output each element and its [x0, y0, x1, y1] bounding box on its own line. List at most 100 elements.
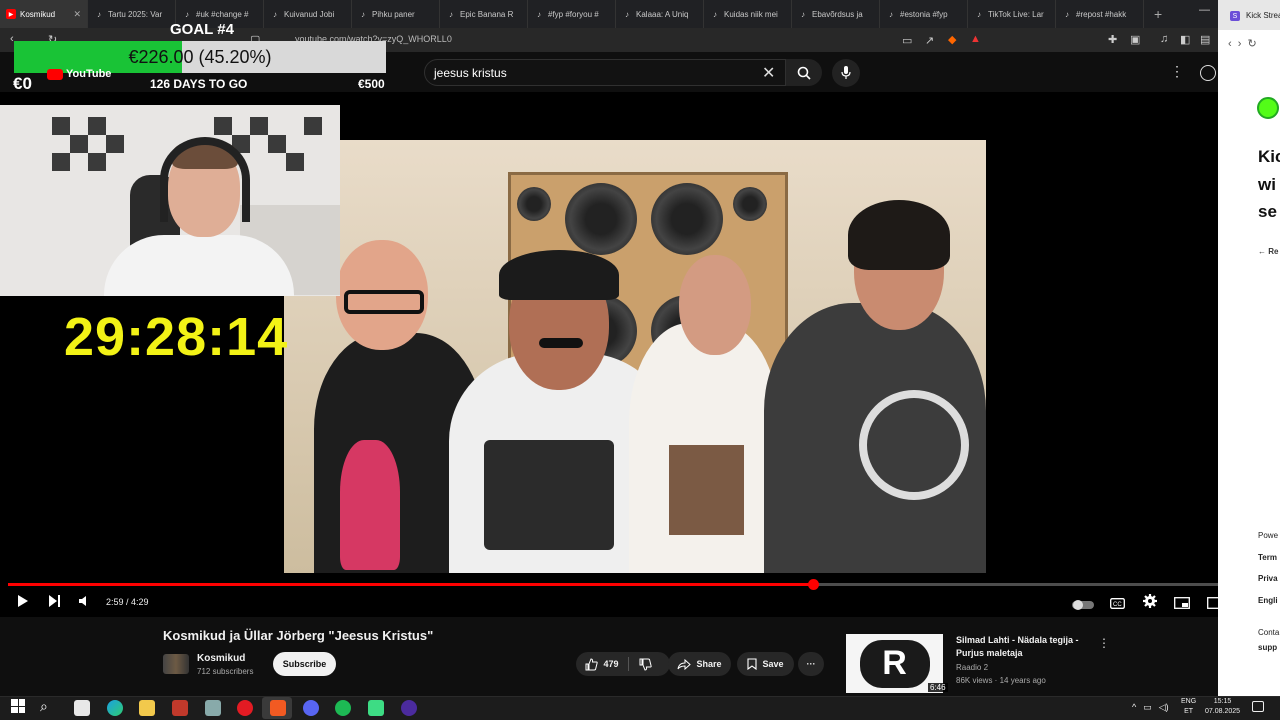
brave-shield-icon[interactable]: ◆: [948, 33, 956, 46]
cast-icon[interactable]: ▭: [902, 34, 912, 47]
side-panel-nav[interactable]: ‹ › ↻: [1228, 37, 1257, 50]
browser-tab[interactable]: ♪ #fyp #foryou #: [528, 0, 616, 28]
channel-name[interactable]: Kosmikud: [197, 653, 245, 664]
brave-rewards-icon[interactable]: ▲: [970, 33, 981, 45]
side-panel-tab-label: Kick Strea: [1246, 11, 1280, 20]
clear-search-icon[interactable]: ✕: [762, 63, 775, 83]
youtube-logo: YouTube: [47, 68, 111, 80]
channel-avatar[interactable]: [163, 654, 189, 674]
like-button[interactable]: 479: [576, 652, 628, 676]
webcam-overlay: [0, 105, 340, 296]
next-button[interactable]: [48, 594, 61, 611]
video-frame: [284, 140, 986, 573]
browser-tab-label: Epic Banana R: [460, 9, 514, 19]
volume-icon: [79, 596, 86, 606]
svg-text:CC: CC: [1113, 602, 1122, 608]
chatgpt-icon[interactable]: [74, 700, 90, 716]
spotify-icon[interactable]: [335, 700, 351, 716]
subscriber-count: 712 subscribers: [197, 667, 254, 676]
wallet-icon[interactable]: ▤: [1200, 33, 1210, 46]
miniplayer-button[interactable]: [1174, 596, 1190, 612]
app-icon-4[interactable]: [401, 700, 417, 716]
more-actions-button[interactable]: ···: [798, 652, 824, 676]
video-title: Kosmikud ja Üllar Jörberg "Jeesus Kristu…: [163, 628, 434, 643]
media-icon[interactable]: ♫: [1160, 33, 1168, 45]
taskbar-clock[interactable]: 15:15 07.08.2025: [1205, 697, 1240, 717]
browser-tab[interactable]: ♪ Kalaaa: A Uniq: [616, 0, 704, 28]
recommendation-duration: 6:46: [928, 683, 948, 692]
browser-tab[interactable]: ♪ Ebavõrdsus ja: [792, 0, 880, 28]
theater-button[interactable]: [1207, 596, 1223, 612]
seek-handle[interactable]: [808, 579, 819, 590]
recommendation-channel[interactable]: Raadio 2: [956, 663, 988, 672]
captions-icon: CC: [1110, 598, 1125, 609]
subscribe-button[interactable]: Subscribe: [273, 652, 336, 676]
discord-icon[interactable]: [303, 700, 319, 716]
play-icon: [18, 595, 28, 607]
thumbs-down-icon: [639, 658, 652, 671]
browser-tab[interactable]: ♪ #estonia #fyp: [880, 0, 968, 28]
voice-search-button[interactable]: [832, 59, 860, 87]
recommendation-more-icon[interactable]: ⋮: [1098, 636, 1110, 650]
opera-icon[interactable]: [237, 700, 253, 716]
person-4-hair: [848, 200, 950, 270]
app-icon-3[interactable]: [368, 700, 384, 716]
goal-min: €0: [13, 74, 32, 93]
autoplay-toggle[interactable]: [1072, 597, 1094, 613]
recommendation-meta: 86K views · 14 years ago: [956, 676, 1046, 685]
notification-icon[interactable]: [1252, 701, 1264, 712]
miniplayer-icon: [1174, 597, 1190, 609]
side-footer-powered: Powe: [1258, 531, 1279, 540]
person-2-hair: [499, 250, 619, 300]
edge-icon[interactable]: [107, 700, 123, 716]
search-query[interactable]: jeesus kristus: [434, 66, 507, 80]
next-icon: [49, 595, 60, 607]
browser-tab-label: #fyp #foryou #: [548, 9, 599, 19]
language-indicator[interactable]: ENG ET: [1181, 697, 1196, 717]
extensions-icon[interactable]: ✚: [1108, 33, 1117, 46]
windows-start-icon[interactable]: [11, 699, 25, 713]
side-footer-support[interactable]: supp: [1258, 643, 1277, 652]
sidebar-toggle-icon[interactable]: ◧: [1180, 33, 1190, 46]
brave-icon[interactable]: [270, 700, 286, 716]
taskbar-search-icon[interactable]: ⌕: [40, 698, 48, 715]
share-page-icon[interactable]: ↗: [925, 34, 934, 47]
dislike-button[interactable]: [630, 652, 660, 676]
time-display: 2:59 / 4:29: [106, 597, 149, 607]
side-footer-language[interactable]: Engli: [1258, 596, 1278, 605]
browser-tab[interactable]: ♪ Kuidas niik mei: [704, 0, 792, 28]
app-icon[interactable]: [172, 700, 188, 716]
file-explorer-icon[interactable]: [139, 700, 155, 716]
save-button[interactable]: Save: [737, 652, 794, 676]
app-icon-2[interactable]: [205, 700, 221, 716]
screenshot-icon[interactable]: ▣: [1130, 33, 1140, 46]
system-tray[interactable]: ^ ▭ ◁): [1132, 702, 1169, 713]
browser-tab[interactable]: ♪ TikTok Live: Lar: [968, 0, 1056, 28]
new-tab-button[interactable]: +: [1144, 6, 1172, 22]
settings-button[interactable]: [1143, 594, 1157, 611]
browser-tab[interactable]: ♪ #repost #hakk: [1056, 0, 1144, 28]
recommendation-title[interactable]: Silmad Lahti - Nädala tegija - Purjus ma…: [956, 634, 1091, 660]
tray-chevron-icon: ^: [1132, 702, 1137, 712]
share-icon: [677, 658, 692, 670]
more-options-icon[interactable]: ⋮: [1170, 63, 1184, 80]
play-button[interactable]: [17, 594, 29, 611]
share-button[interactable]: Share: [668, 652, 731, 676]
goal-days-left: 126 DAYS TO GO: [150, 77, 248, 91]
browser-tab[interactable]: ♪ Epic Banana R: [440, 0, 528, 28]
tiktok-icon: ♪: [1065, 9, 1069, 19]
microphone-icon: [841, 66, 851, 79]
account-icon[interactable]: [1200, 65, 1216, 81]
tiktok-icon: ♪: [449, 9, 453, 19]
youtube-icon: [47, 68, 63, 80]
side-back-link[interactable]: ← Re: [1258, 247, 1278, 256]
search-button[interactable]: [786, 59, 822, 86]
side-footer-terms[interactable]: Term: [1258, 553, 1277, 562]
bookmark-icon: [747, 658, 758, 670]
minimize-icon[interactable]: —: [1199, 4, 1210, 16]
headphones-icon: [160, 137, 250, 222]
captions-button[interactable]: CC: [1110, 596, 1125, 612]
like-divider: [628, 657, 629, 671]
side-footer-privacy[interactable]: Priva: [1258, 574, 1278, 583]
volume-button[interactable]: [78, 594, 90, 611]
